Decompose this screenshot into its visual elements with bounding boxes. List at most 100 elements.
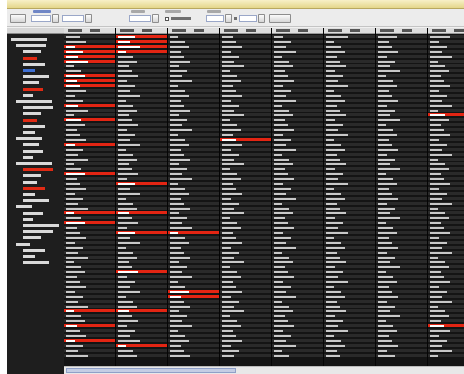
apply-button[interactable]	[269, 14, 291, 23]
grid-cell[interactable]	[272, 353, 323, 357]
grid-cell-highlighted[interactable]	[168, 294, 219, 298]
grid-cell[interactable]	[64, 280, 115, 283]
grid-cell[interactable]	[324, 172, 375, 176]
grid-cell[interactable]	[272, 147, 323, 151]
grid-cell[interactable]	[168, 348, 219, 352]
grid-cell[interactable]	[272, 206, 323, 210]
grid-cell[interactable]	[324, 240, 375, 244]
grid-cell[interactable]	[116, 265, 167, 269]
grid-cell[interactable]	[324, 348, 375, 352]
column-header[interactable]	[272, 28, 323, 34]
grid-cell[interactable]	[428, 108, 464, 112]
grid-cell-highlighted[interactable]	[168, 289, 219, 293]
tree-item[interactable]	[23, 180, 62, 184]
grid-cell[interactable]	[168, 353, 219, 357]
grid-cell[interactable]	[168, 343, 219, 347]
grid-cell[interactable]	[168, 255, 219, 259]
grid-cell[interactable]	[220, 186, 271, 190]
field-1-dropdown-button[interactable]	[52, 14, 59, 23]
grid-cell[interactable]	[168, 226, 219, 230]
column-header[interactable]	[428, 28, 464, 34]
grid-cell[interactable]	[428, 186, 464, 190]
grid-cell[interactable]	[428, 235, 464, 239]
grid-cell[interactable]	[220, 324, 271, 328]
grid-cell[interactable]	[324, 294, 375, 298]
grid-cell[interactable]	[168, 235, 219, 239]
grid-cell[interactable]	[168, 309, 219, 313]
grid-cell[interactable]	[272, 343, 323, 347]
grid-cell[interactable]	[220, 93, 271, 97]
grid-cell[interactable]	[428, 54, 464, 58]
grid-cell[interactable]	[324, 128, 375, 132]
grid-cell[interactable]	[324, 250, 375, 254]
grid-cell[interactable]	[116, 319, 167, 323]
grid-cell-highlighted[interactable]	[64, 74, 115, 78]
grid-cell[interactable]	[168, 49, 219, 53]
grid-cell[interactable]	[376, 177, 427, 181]
grid-cell[interactable]	[324, 44, 375, 48]
grid-cell[interactable]	[272, 211, 323, 215]
grid-cell[interactable]	[168, 172, 219, 176]
grid-cell[interactable]	[220, 255, 271, 259]
grid-cell[interactable]	[116, 324, 167, 328]
grid-cell[interactable]	[376, 157, 427, 161]
tree-item[interactable]	[23, 130, 62, 134]
grid-cell[interactable]	[116, 108, 167, 112]
grid-cell[interactable]	[220, 147, 271, 151]
grid-cell[interactable]	[272, 133, 323, 136]
grid-cell[interactable]	[168, 280, 219, 283]
grid-cell[interactable]	[272, 289, 323, 293]
tree-item[interactable]	[23, 173, 62, 178]
grid-cell-highlighted[interactable]	[64, 309, 115, 313]
tree-item[interactable]	[23, 118, 62, 122]
grid-cell[interactable]	[272, 255, 323, 259]
grid-cell[interactable]	[272, 167, 323, 171]
tree-item[interactable]	[23, 74, 62, 79]
grid-cell[interactable]	[324, 93, 375, 97]
grid-cell[interactable]	[428, 333, 464, 337]
grid-cell[interactable]	[376, 245, 427, 249]
grid-cell[interactable]	[428, 177, 464, 181]
grid-cell[interactable]	[428, 255, 464, 259]
grid-cell[interactable]	[64, 186, 115, 190]
grid-cell[interactable]	[220, 201, 271, 205]
grid-cell[interactable]	[220, 162, 271, 166]
grid-cell[interactable]	[376, 343, 427, 347]
grid-cell[interactable]	[428, 74, 464, 78]
field-1-input[interactable]	[31, 15, 51, 22]
grid-cell[interactable]	[324, 314, 375, 318]
grid-cell[interactable]	[272, 231, 323, 234]
grid-cell[interactable]	[168, 186, 219, 190]
grid-cell[interactable]	[168, 35, 219, 38]
grid-cell[interactable]	[220, 49, 271, 53]
grid-cell[interactable]	[116, 235, 167, 239]
grid-cell[interactable]	[116, 201, 167, 205]
grid-cell[interactable]	[376, 216, 427, 220]
grid-cell[interactable]	[428, 216, 464, 220]
grid-cell-highlighted[interactable]	[64, 49, 115, 53]
grid-cell[interactable]	[272, 35, 323, 38]
grid-cell[interactable]	[64, 343, 115, 347]
grid-cell[interactable]	[376, 240, 427, 244]
grid-cell[interactable]	[168, 84, 219, 87]
grid-cell[interactable]	[220, 103, 271, 107]
grid-cell[interactable]	[116, 294, 167, 298]
grid-cell[interactable]	[220, 235, 271, 239]
grid-cell[interactable]	[220, 44, 271, 48]
grid-cell[interactable]	[428, 128, 464, 132]
grid-cell[interactable]	[324, 147, 375, 151]
grid-cell[interactable]	[168, 324, 219, 328]
grid-cell-highlighted[interactable]	[64, 79, 115, 83]
grid-cell[interactable]	[272, 280, 323, 283]
grid-cell[interactable]	[428, 172, 464, 176]
grid-cell[interactable]	[272, 49, 323, 53]
grid-cell[interactable]	[428, 157, 464, 161]
grid-cell[interactable]	[64, 250, 115, 254]
grid-cell[interactable]	[376, 235, 427, 239]
grid-cell[interactable]	[376, 255, 427, 259]
tree-item[interactable]	[23, 260, 62, 265]
grid-cell[interactable]	[376, 84, 427, 87]
grid-cell[interactable]	[116, 329, 167, 332]
grid-cell[interactable]	[272, 59, 323, 63]
tree-item[interactable]	[16, 161, 62, 165]
